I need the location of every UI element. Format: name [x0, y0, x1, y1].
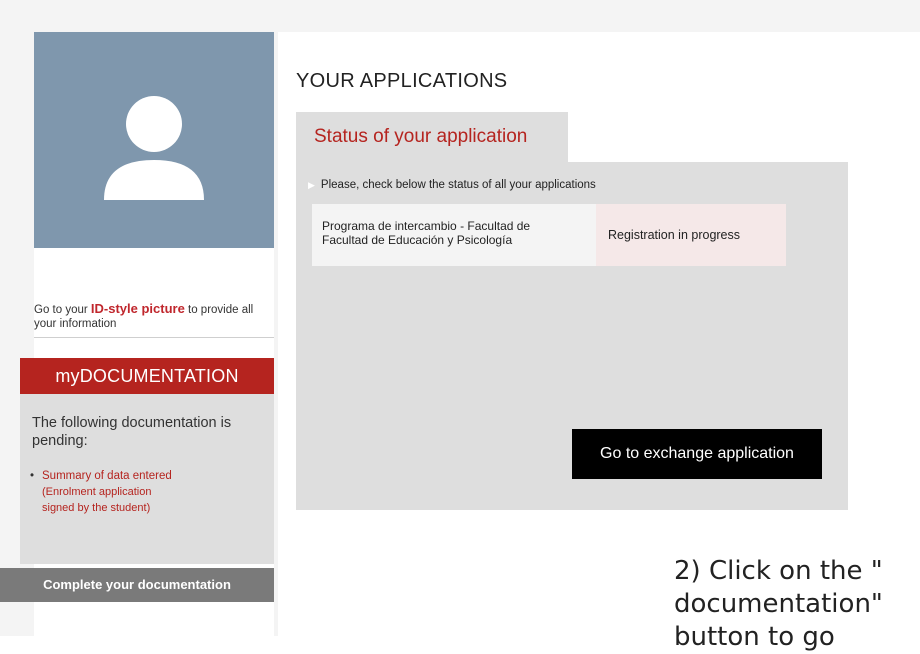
go-to-exchange-application-button[interactable]: Go to exchange application: [572, 429, 822, 479]
documentation-header: myDOCUMENTATION: [20, 358, 274, 394]
triangle-right-icon: ▶: [308, 180, 315, 190]
program-line-1: Programa de intercambio - Facultad de: [322, 219, 531, 233]
program-line-2: Facultad de Educación y Psicología: [322, 233, 513, 247]
status-note-text: Please, check below the status of all yo…: [320, 179, 596, 191]
status-note: ▶ Please, check below the status of all y…: [308, 179, 596, 191]
tutorial-annotation: 2) Click on the " documentation" button …: [674, 555, 883, 654]
annotation-line-1: 2) Click on the ": [674, 556, 883, 586]
page-title: YOUR APPLICATIONS: [296, 70, 508, 92]
pending-item-title: Summary of data entered: [42, 470, 172, 482]
application-program: Programa de intercambio - Facultad de Fa…: [312, 204, 596, 266]
application-row: Programa de intercambio - Facultad de Fa…: [312, 204, 786, 266]
pending-document-subtitle: (Enrolment application: [30, 484, 172, 500]
id-hint-prefix: Go to your: [34, 304, 91, 316]
complete-documentation-button[interactable]: Complete your documentation: [0, 568, 274, 602]
pending-documents-list: • Summary of data entered (Enrolment app…: [30, 468, 172, 516]
bullet-icon: •: [30, 470, 35, 482]
application-status: Registration in progress: [596, 204, 786, 266]
pending-item-subtitle-2: signed by the student): [42, 502, 151, 514]
pending-document-subtitle: signed by the student): [30, 500, 172, 516]
annotation-line-3: button to go: [674, 622, 835, 652]
annotation-line-2: documentation": [674, 589, 883, 619]
documentation-panel: The following documentation is pending: …: [20, 394, 274, 564]
left-sidebar: Go to your ID-style picture to provide a…: [0, 32, 274, 636]
documentation-intro: The following documentation is pending:: [32, 415, 232, 449]
id-picture-hint: Go to your ID-style picture to provide a…: [34, 302, 274, 338]
application-status-panel: ▶ Please, check below the status of all y…: [296, 162, 848, 510]
user-silhouette-icon: [104, 96, 204, 200]
main-content: YOUR APPLICATIONS Status of your applica…: [278, 32, 920, 636]
id-picture-link[interactable]: ID-style picture: [91, 301, 185, 316]
tab-application-status[interactable]: Status of your application: [296, 112, 568, 162]
profile-picture[interactable]: [34, 32, 274, 248]
pending-document-item: • Summary of data entered: [30, 468, 172, 484]
pending-item-subtitle-1: (Enrolment application: [42, 486, 152, 498]
